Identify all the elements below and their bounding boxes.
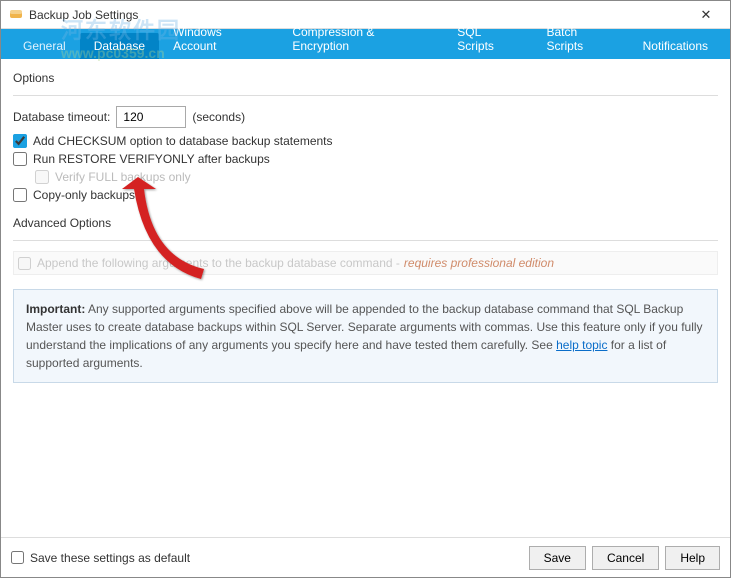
timeout-input[interactable] xyxy=(116,106,186,128)
verifyfull-checkbox xyxy=(35,170,49,184)
timeout-label: Database timeout: xyxy=(13,110,110,124)
tab-compression-encryption[interactable]: Compression & Encryption xyxy=(278,19,443,59)
verifyonly-label: Run RESTORE VERIFYONLY after backups xyxy=(33,152,270,166)
checksum-checkbox[interactable] xyxy=(13,134,27,148)
save-default-label: Save these settings as default xyxy=(30,551,190,565)
append-args-label: Append the following arguments to the ba… xyxy=(37,256,400,270)
tab-windows-account[interactable]: Windows Account xyxy=(159,19,278,59)
content-panel: Options Database timeout: (seconds) Add … xyxy=(1,59,730,391)
info-important-label: Important: xyxy=(26,302,85,316)
advanced-group-label: Advanced Options xyxy=(13,216,718,241)
copyonly-checkbox[interactable] xyxy=(13,188,27,202)
tab-strip: General Database Windows Account Compres… xyxy=(1,29,730,59)
info-box: Important: Any supported arguments speci… xyxy=(13,289,718,383)
help-button[interactable]: Help xyxy=(665,546,720,570)
options-group-label: Options xyxy=(13,71,718,96)
cancel-button[interactable]: Cancel xyxy=(592,546,659,570)
checksum-label: Add CHECKSUM option to database backup s… xyxy=(33,134,333,148)
tab-batch-scripts[interactable]: Batch Scripts xyxy=(533,19,629,59)
requires-edition-label: requires professional edition xyxy=(404,256,554,270)
verifyfull-label: Verify FULL backups only xyxy=(55,170,191,184)
verifyonly-checkbox[interactable] xyxy=(13,152,27,166)
footer-bar: Save these settings as default Save Canc… xyxy=(1,537,730,577)
close-button[interactable]: ✕ xyxy=(686,2,726,28)
save-button[interactable]: Save xyxy=(529,546,586,570)
tab-notifications[interactable]: Notifications xyxy=(629,33,722,59)
tab-database[interactable]: Database xyxy=(80,33,159,59)
tab-sql-scripts[interactable]: SQL Scripts xyxy=(443,19,532,59)
save-default-checkbox[interactable] xyxy=(11,551,24,564)
timeout-unit: (seconds) xyxy=(192,110,245,124)
help-topic-link[interactable]: help topic xyxy=(556,338,607,352)
app-icon xyxy=(9,8,23,22)
close-icon: ✕ xyxy=(701,7,712,23)
append-args-checkbox xyxy=(18,257,31,270)
copyonly-label: Copy-only backups xyxy=(33,188,135,202)
tab-general[interactable]: General xyxy=(9,33,80,59)
